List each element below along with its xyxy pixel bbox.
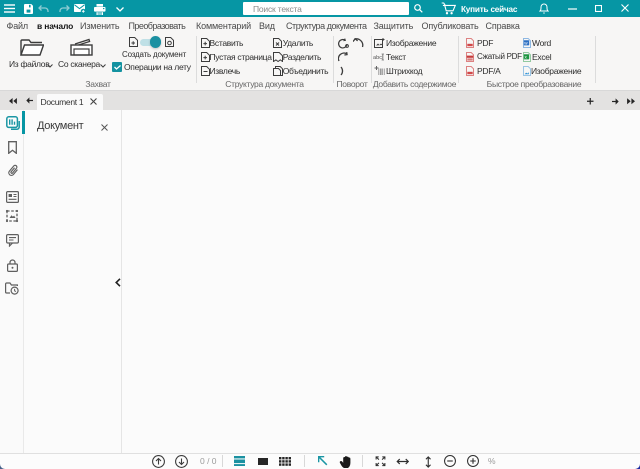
svg-text:abc: abc <box>373 55 382 61</box>
